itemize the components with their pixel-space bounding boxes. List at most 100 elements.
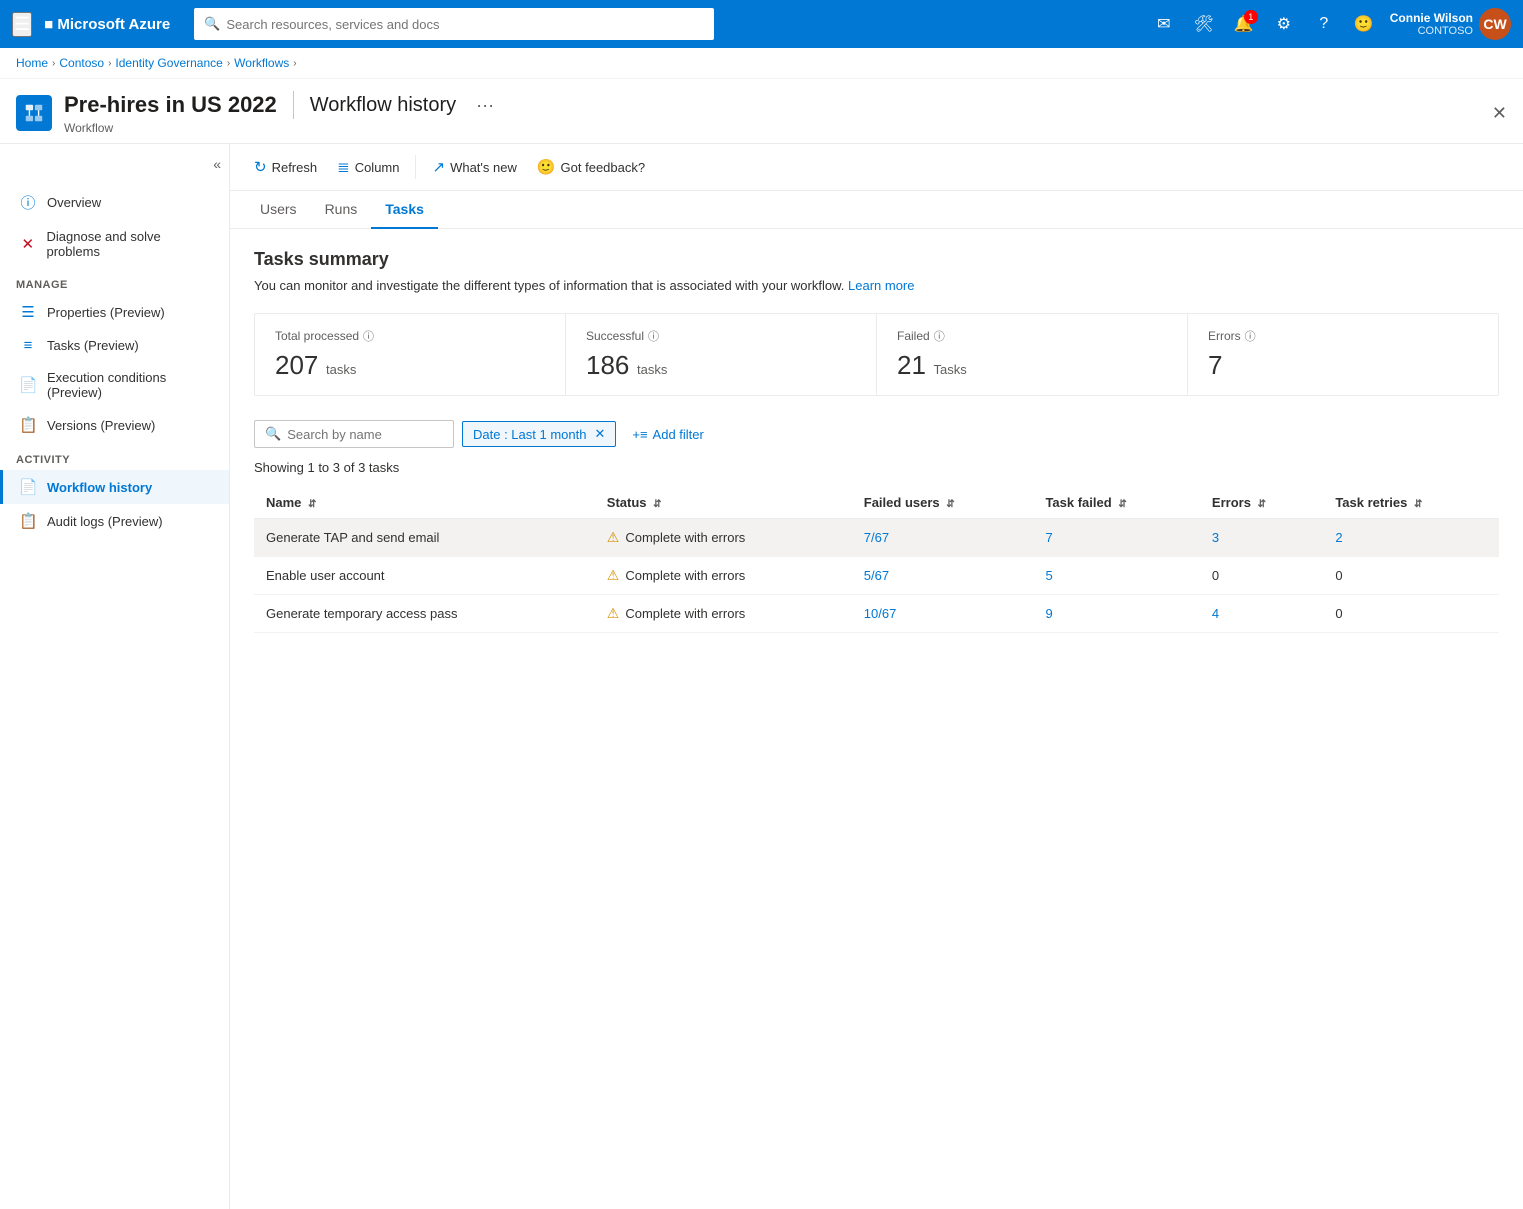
sidebar-item-execution[interactable]: 📄 Execution conditions (Preview)	[0, 362, 229, 408]
sidebar-label-execution: Execution conditions (Preview)	[47, 370, 213, 400]
row2-failed-users-link[interactable]: 5/67	[864, 568, 889, 583]
row2-task-retries-val: 0	[1335, 568, 1342, 583]
errors-value: 7	[1208, 350, 1478, 381]
email-icon-button[interactable]: ✉	[1146, 6, 1182, 42]
versions-icon: 📋	[19, 416, 37, 434]
breadcrumb-identity-governance[interactable]: Identity Governance	[115, 56, 222, 70]
row2-errors: 0	[1200, 557, 1323, 595]
row1-task-failed-link[interactable]: 7	[1045, 530, 1052, 545]
user-avatar[interactable]: CW	[1479, 8, 1511, 40]
sidebar-activity-label: Activity	[0, 442, 229, 470]
notifications-icon-button[interactable]: 🔔 1	[1226, 6, 1262, 42]
row1-errors-link[interactable]: 3	[1212, 530, 1219, 545]
toolbar: ↻ Refresh ≣ Column ↗ What's new 🙂 Got fe…	[230, 144, 1523, 191]
page-header-titles: Pre-hires in US 2022 Workflow history ··…	[64, 91, 1480, 135]
col-task-retries: Task retries ⇵	[1323, 487, 1499, 519]
row3-task-failed-link[interactable]: 9	[1045, 606, 1052, 621]
breadcrumb-contoso[interactable]: Contoso	[59, 56, 104, 70]
tab-tasks[interactable]: Tasks	[371, 191, 438, 229]
main-content: ↻ Refresh ≣ Column ↗ What's new 🙂 Got fe…	[230, 144, 1523, 1209]
sidebar-item-audit-logs[interactable]: 📋 Audit logs (Preview)	[0, 504, 229, 538]
col-task-failed: Task failed ⇵	[1033, 487, 1199, 519]
breadcrumb-sep-1: ›	[52, 58, 55, 69]
date-filter-label: Date : Last 1 month	[473, 427, 586, 442]
table-row[interactable]: Generate temporary access pass ⚠ Complet…	[254, 595, 1499, 633]
workflow-icon	[16, 95, 52, 131]
breadcrumb-sep-4: ›	[293, 58, 296, 69]
tab-runs[interactable]: Runs	[311, 191, 372, 229]
summary-cards: Total processed ⓘ 207 tasks Successful ⓘ…	[254, 313, 1499, 396]
summary-card-failed: Failed ⓘ 21 Tasks	[877, 314, 1188, 395]
header-divider	[293, 91, 294, 119]
settings-icon-button[interactable]: ⚙	[1266, 6, 1302, 42]
row1-status: ⚠ Complete with errors	[595, 519, 852, 557]
feedback-icon-button[interactable]: 🙂	[1346, 6, 1382, 42]
date-filter-tag[interactable]: Date : Last 1 month ✕	[462, 421, 616, 447]
topbar-icons: ✉ 🛠 🔔 1 ⚙ ? 🙂 Connie Wilson CONTOSO CW	[1146, 6, 1511, 42]
refresh-button[interactable]: ↻ Refresh	[246, 152, 325, 182]
col-status: Status ⇵	[595, 487, 852, 519]
status-sort-icon[interactable]: ⇵	[653, 499, 661, 510]
row3-task-retries-val: 0	[1335, 606, 1342, 621]
more-options-button[interactable]: ···	[476, 95, 494, 116]
feedback-label: Got feedback?	[561, 160, 646, 175]
close-panel-button[interactable]: ✕	[1492, 103, 1507, 124]
tab-users[interactable]: Users	[246, 191, 311, 229]
sidebar-item-overview[interactable]: ⓘ Overview	[0, 184, 229, 221]
failed-label: Failed ⓘ	[897, 328, 1167, 344]
column-button[interactable]: ≣ Column	[329, 152, 407, 182]
table-row[interactable]: Enable user account ⚠ Complete with erro…	[254, 557, 1499, 595]
sidebar-item-versions[interactable]: 📋 Versions (Preview)	[0, 408, 229, 442]
failed-info-icon[interactable]: ⓘ	[934, 328, 945, 344]
row1-failed-users-link[interactable]: 7/67	[864, 530, 889, 545]
row1-task-retries-link[interactable]: 2	[1335, 530, 1342, 545]
breadcrumb: Home › Contoso › Identity Governance › W…	[0, 48, 1523, 79]
row2-task-retries: 0	[1323, 557, 1499, 595]
sidebar-item-tasks[interactable]: ≡ Tasks (Preview)	[0, 329, 229, 362]
learn-more-link[interactable]: Learn more	[848, 278, 914, 293]
search-input[interactable]	[287, 427, 443, 442]
table-row[interactable]: Generate TAP and send email ⚠ Complete w…	[254, 519, 1499, 557]
help-icon-button[interactable]: ?	[1306, 6, 1342, 42]
page-header: Pre-hires in US 2022 Workflow history ··…	[0, 79, 1523, 144]
task-failed-sort-icon[interactable]: ⇵	[1118, 499, 1126, 510]
row3-errors-link[interactable]: 4	[1212, 606, 1219, 621]
add-filter-button[interactable]: +≡ Add filter	[624, 423, 712, 446]
name-sort-icon[interactable]: ⇵	[308, 499, 316, 510]
brand-logo: ■ Microsoft Azure	[44, 16, 170, 33]
total-processed-label: Total processed ⓘ	[275, 328, 545, 344]
failed-value: 21 Tasks	[897, 350, 1167, 381]
row3-failed-users-link[interactable]: 10/67	[864, 606, 897, 621]
feedback-button[interactable]: 🙂 Got feedback?	[529, 152, 653, 182]
sidebar-label-versions: Versions (Preview)	[47, 418, 155, 433]
column-label: Column	[355, 160, 400, 175]
errors-sort-icon[interactable]: ⇵	[1258, 499, 1266, 510]
col-errors: Errors ⇵	[1200, 487, 1323, 519]
sidebar-item-workflow-history[interactable]: 📄 Workflow history	[0, 470, 229, 504]
sidebar-label-tasks: Tasks (Preview)	[47, 338, 139, 353]
row2-status: ⚠ Complete with errors	[595, 557, 852, 595]
global-search-box: 🔍	[194, 8, 714, 40]
whats-new-button[interactable]: ↗ What's new	[424, 152, 524, 182]
breadcrumb-workflows[interactable]: Workflows	[234, 56, 289, 70]
sidebar-item-diagnose[interactable]: ✕ Diagnose and solve problems	[0, 221, 229, 267]
row1-errors: 3	[1200, 519, 1323, 557]
errors-info-icon[interactable]: ⓘ	[1245, 328, 1256, 344]
task-retries-sort-icon[interactable]: ⇵	[1414, 499, 1422, 510]
sidebar-item-properties[interactable]: ☰ Properties (Preview)	[0, 295, 229, 329]
row2-task-failed-link[interactable]: 5	[1045, 568, 1052, 583]
global-search-input[interactable]	[226, 17, 704, 32]
collapse-sidebar-button[interactable]: «	[213, 156, 221, 172]
portal-settings-icon-button[interactable]: 🛠	[1186, 6, 1222, 42]
row3-name: Generate temporary access pass	[254, 595, 595, 633]
successful-info-icon[interactable]: ⓘ	[648, 328, 659, 344]
user-name: Connie Wilson	[1390, 11, 1473, 25]
breadcrumb-home[interactable]: Home	[16, 56, 48, 70]
failed-users-sort-icon[interactable]: ⇵	[946, 499, 954, 510]
refresh-icon: ↻	[254, 158, 267, 176]
filter-row: 🔍 Date : Last 1 month ✕ +≡ Add filter	[254, 420, 1499, 448]
date-filter-close-icon[interactable]: ✕	[594, 426, 605, 442]
toolbar-separator	[415, 155, 416, 179]
total-info-icon[interactable]: ⓘ	[363, 328, 374, 344]
hamburger-menu-button[interactable]: ☰	[12, 12, 32, 37]
